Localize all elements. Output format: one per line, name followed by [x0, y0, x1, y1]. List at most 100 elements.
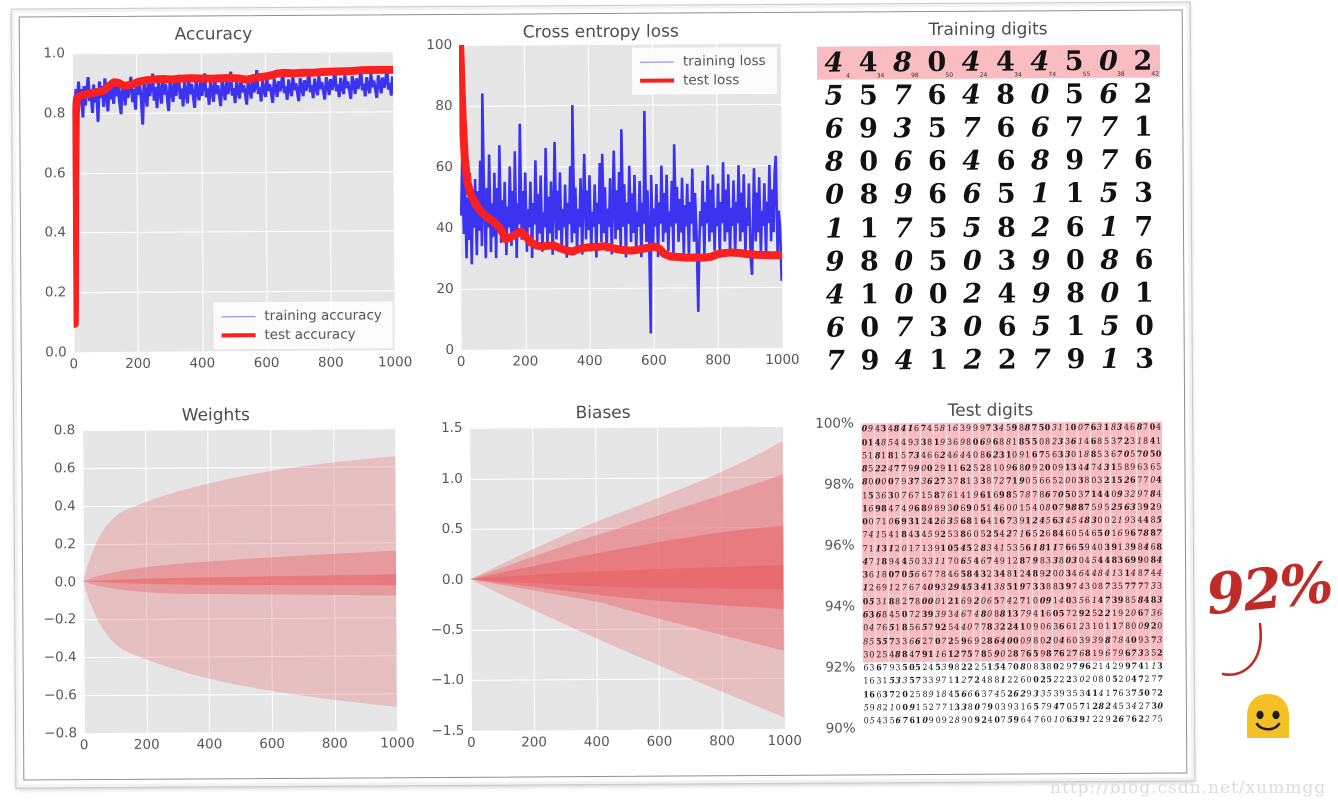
test-digit-cell: 7 — [981, 702, 987, 713]
test-digit-cell: 8 — [926, 436, 933, 450]
test-digit-cell: 4 — [1097, 594, 1105, 608]
test-digit-cell: 2 — [1105, 701, 1111, 712]
test-digit-cell: 8 — [979, 449, 986, 463]
test-digit-cell: 5 — [1025, 501, 1032, 516]
test-digit-cell: 0 — [1077, 422, 1084, 436]
training-digit-cell: 2 — [1031, 211, 1051, 243]
test-digit-cell: 5 — [1156, 514, 1163, 528]
test-digit-cell: 5 — [972, 462, 979, 476]
weights-axes: 0.8 0.6 0.4 0.2 0.0 −0.2 −0.4 −0.6 −0.8 … — [44, 422, 415, 753]
test-digit-cell: 7 — [1125, 714, 1131, 725]
handwritten-arrow-icon — [1221, 622, 1262, 677]
test-digit-cell: 1 — [973, 515, 980, 529]
test-digit-cell: 0 — [998, 462, 1006, 476]
test-digit-cell: 2 — [1007, 689, 1013, 700]
test-digit-cell: 1 — [1104, 620, 1111, 635]
test-digit-cell: 6 — [1071, 541, 1078, 555]
training-digit-cell: 1 — [929, 344, 949, 376]
test-digit-cell: 9 — [1130, 541, 1137, 555]
test-digit-cell: 8 — [1032, 634, 1039, 648]
test-digit-cell: 6 — [1065, 621, 1072, 635]
test-digit-cell: 0 — [927, 582, 934, 596]
test-digit-cell: 4 — [926, 422, 933, 437]
test-digit-cell: 4 — [1058, 594, 1065, 608]
test-digit-cell: 0 — [1156, 448, 1163, 462]
test-digit-cell: 0 — [1071, 475, 1078, 489]
test-digit-cell: 3 — [1117, 567, 1124, 581]
test-digit-cell: 5 — [1005, 541, 1013, 556]
test-digit-cell: 7 — [901, 582, 908, 596]
test-digit-cell: 4 — [986, 515, 993, 529]
test-digit-cell: 4 — [1084, 567, 1091, 582]
test-digit-cell: 9 — [913, 462, 920, 477]
test-digit-cell: 8 — [861, 476, 868, 490]
training-digit-cell: 6 — [1065, 211, 1085, 243]
test-digit-cell: 2 — [1098, 607, 1105, 621]
test-digit-cell: 7 — [913, 476, 920, 490]
training-digit-cell: 5 — [1031, 311, 1051, 343]
test-digit-cell: 9 — [1098, 634, 1105, 648]
test-digit-cell: 3 — [1057, 448, 1064, 462]
test-digit-cell: 3 — [861, 569, 869, 583]
test-digit-cell: 2 — [874, 463, 881, 477]
test-digit-cell: 7 — [1142, 421, 1149, 435]
test-digit-cell: 5 — [1072, 701, 1078, 712]
test-digit-cell: 0 — [1058, 488, 1065, 502]
test-digit-cell: 7 — [987, 689, 993, 700]
test-digit-cell: 7 — [1031, 422, 1038, 436]
test-digit-cell: 6 — [868, 502, 875, 517]
test-digit-cell: 8 — [881, 555, 888, 570]
test-digit-cell: 9 — [979, 422, 986, 436]
test-digit-cell: 1 — [953, 489, 960, 503]
test-digit-cell: 0 — [1070, 448, 1077, 462]
test-digit-cell: 9 — [1123, 527, 1130, 542]
test-digit-cell: 1 — [948, 702, 954, 713]
test-digit-cell: 2 — [954, 648, 961, 662]
test-digit-cell: 0 — [1026, 675, 1032, 686]
training-digit-cell: 6 — [996, 112, 1016, 144]
training-digit-cell: 0 — [1100, 277, 1120, 309]
test-digit-cell: 5 — [980, 662, 987, 673]
test-digit-cell: 4 — [1071, 567, 1078, 582]
test-digit-cell: 7 — [1111, 688, 1118, 699]
test-digit-cell: 2 — [947, 595, 954, 609]
test-digits-ytick: 100% — [815, 415, 854, 432]
test-digit-cell: 3 — [907, 515, 914, 530]
training-digit-cell: 1 — [1065, 178, 1085, 210]
test-digit-cell: 4 — [1083, 435, 1091, 449]
test-digit-cell: 0 — [1039, 634, 1046, 648]
test-digit-cell: 3 — [1144, 633, 1151, 648]
test-digit-cell: 6 — [968, 689, 974, 700]
test-digit-cell: 1 — [894, 529, 901, 543]
test-digit-cell: 4 — [1058, 528, 1065, 542]
test-digit-cell: 1 — [862, 582, 869, 596]
test-digits-ytick: 96% — [824, 537, 855, 554]
test-digit-cell: 0 — [953, 502, 960, 516]
test-digit-cell: 0 — [1157, 701, 1164, 712]
test-digit-cell: 8 — [1117, 633, 1124, 648]
test-digit-cell: 6 — [1085, 662, 1092, 673]
test-digit-cell: 1 — [992, 515, 999, 529]
test-digit-cell: 1 — [1110, 474, 1117, 489]
test-digit-cell: 0 — [1044, 422, 1051, 436]
test-digit-cell: 8 — [1085, 647, 1092, 661]
test-digit-cell: 5 — [1156, 461, 1163, 475]
test-digits-ytick: 90% — [825, 720, 856, 737]
test-digit-cell: 4 — [907, 529, 914, 543]
test-digit-cell: 3 — [1143, 461, 1150, 475]
test-digit-cell: 0 — [1038, 501, 1045, 516]
loss-ytick: 20 — [436, 280, 454, 298]
training-digit-cell: 8 — [996, 211, 1016, 244]
test-digit-cell: 9 — [1117, 607, 1124, 621]
test-digit-cell: 5 — [907, 568, 914, 583]
test-digit-cell: 3 — [953, 528, 960, 543]
test-digit-cell: 3 — [998, 449, 1005, 463]
test-digit-cell: 0 — [881, 476, 888, 490]
weights-ytick: −0.4 — [43, 649, 77, 666]
weights-bands — [83, 456, 398, 708]
test-digit-cell: 0 — [953, 555, 960, 569]
test-digit-cell: 6 — [952, 449, 960, 463]
test-digit-cell: 3 — [1051, 554, 1058, 569]
test-digit-cell: 4 — [973, 568, 980, 582]
training-digit-cell: 5 55 — [1056, 45, 1092, 79]
